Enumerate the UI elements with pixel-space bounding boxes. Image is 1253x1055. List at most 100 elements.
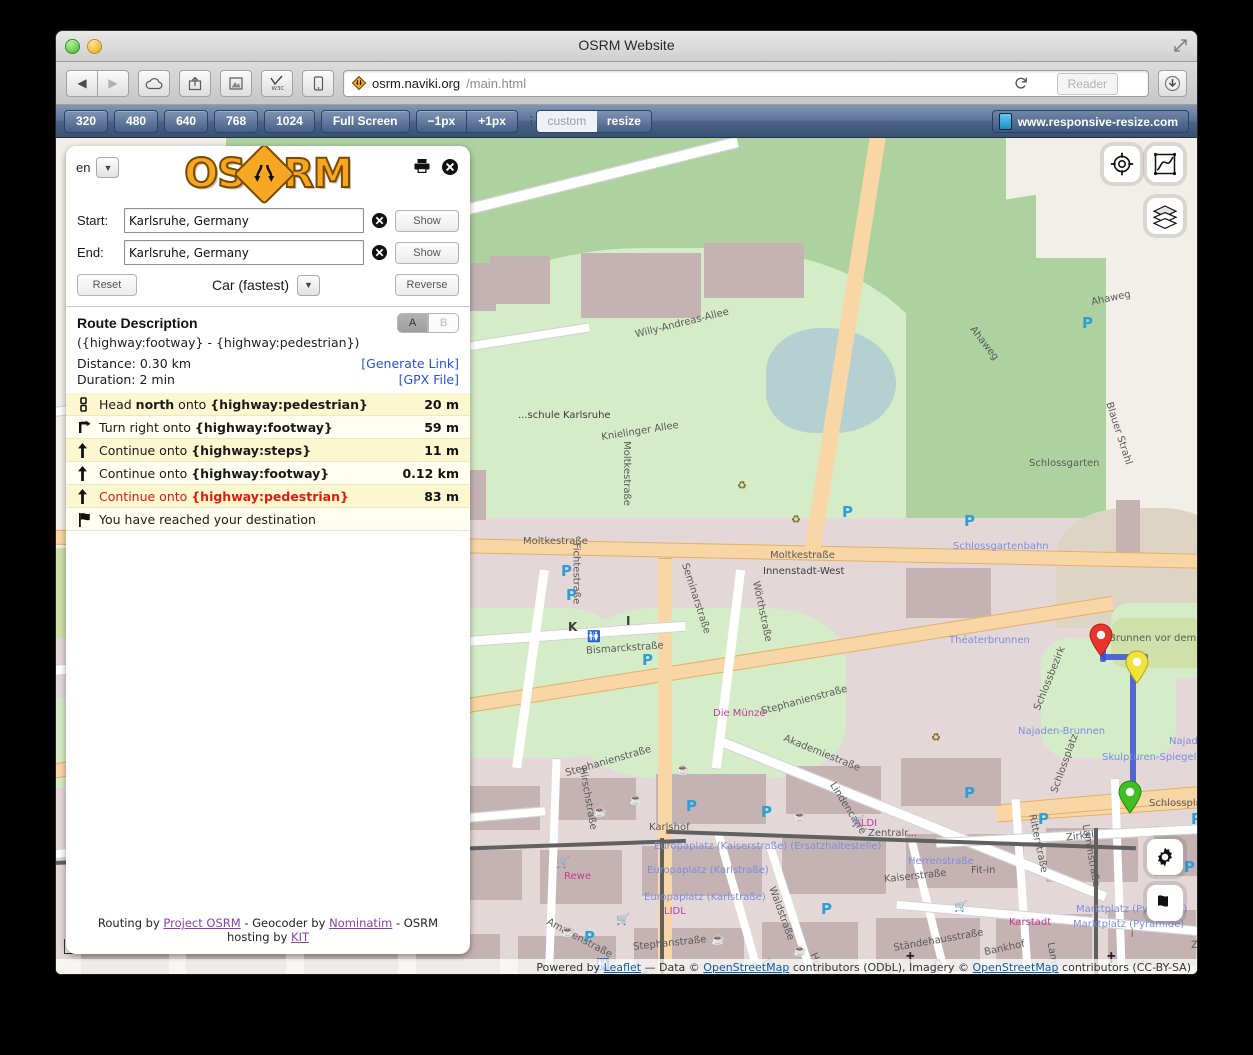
chevron-down-icon[interactable]: ▼ bbox=[297, 274, 320, 296]
route-step-row[interactable]: You have reached your destination bbox=[66, 508, 470, 531]
end-input[interactable] bbox=[124, 240, 364, 265]
route-step-distance: 20 m bbox=[424, 396, 459, 412]
show-start-button[interactable]: Show bbox=[395, 209, 459, 232]
reverse-button[interactable]: Reverse bbox=[395, 274, 459, 296]
map-label: Europaplatz (Karlstraße) bbox=[644, 892, 766, 903]
map-bottom-right-controls[interactable] bbox=[1147, 839, 1183, 921]
gpx-file-link[interactable]: [GPX File] bbox=[399, 372, 459, 387]
route-steps-list[interactable]: Head north onto {highway:pedestrian} 20 m… bbox=[66, 393, 470, 531]
route-description-subtitle: ({highway:footway} - {highway:pedestrian… bbox=[77, 335, 360, 350]
back-button[interactable]: ◀ bbox=[66, 69, 98, 97]
width-320-button[interactable]: 320 bbox=[64, 109, 109, 133]
route-summary: Distance: 0.30 km Duration: 2 min [Gener… bbox=[66, 350, 470, 393]
attrib-powered: Powered by bbox=[536, 961, 604, 974]
route-step-distance: 59 m bbox=[424, 419, 459, 435]
layers-stack-icon[interactable] bbox=[1147, 198, 1183, 234]
show-end-button[interactable]: Show bbox=[395, 241, 459, 264]
information-icon: i bbox=[1131, 926, 1134, 940]
custom-resize-group[interactable]: custom resize bbox=[535, 109, 652, 133]
ab-toggle[interactable]: A B bbox=[397, 313, 459, 333]
map-label: LIDL bbox=[664, 906, 686, 917]
width-640-button[interactable]: 640 bbox=[164, 109, 209, 133]
parking-icon: P bbox=[761, 803, 772, 821]
snapshot-icon[interactable] bbox=[220, 69, 252, 97]
osm-link-2[interactable]: OpenStreetMap bbox=[973, 961, 1059, 974]
flag-icon[interactable] bbox=[1147, 885, 1183, 921]
close-icon[interactable] bbox=[441, 158, 459, 176]
route-duration: Duration: 2 min bbox=[77, 372, 175, 387]
language-selector[interactable]: en ▼ bbox=[76, 157, 120, 178]
resize-button[interactable]: resize bbox=[596, 110, 651, 132]
map-label: Schlossgartenbahn bbox=[953, 541, 1049, 552]
reset-button[interactable]: Reset bbox=[77, 274, 137, 296]
parking-icon: P bbox=[1082, 314, 1093, 332]
end-marker[interactable] bbox=[1117, 780, 1143, 814]
reader-button[interactable]: Reader bbox=[1056, 72, 1118, 95]
route-step-row[interactable]: Continue onto {highway:footway} 0.12 km bbox=[66, 462, 470, 485]
width-480-button[interactable]: 480 bbox=[114, 109, 159, 133]
expand-icon[interactable] bbox=[1173, 38, 1188, 53]
supermarket-icon: 🛒 bbox=[556, 857, 570, 869]
mobile-device-icon[interactable] bbox=[302, 69, 334, 97]
pixel-step-group[interactable]: −1px +1px bbox=[415, 109, 518, 133]
osrm-logo: OS RM bbox=[183, 146, 354, 206]
map-label: Die Münze bbox=[713, 708, 766, 719]
route-step-row[interactable]: Continue onto {highway:pedestrian} 83 m bbox=[66, 485, 470, 508]
width-1024-button[interactable]: 1024 bbox=[264, 109, 315, 133]
layers-control[interactable] bbox=[1147, 198, 1183, 234]
elevation-profile-icon[interactable] bbox=[1147, 146, 1183, 182]
tab-a[interactable]: A bbox=[397, 313, 428, 333]
responsive-resize-brand[interactable]: www.responsive-resize.com bbox=[991, 110, 1189, 133]
chevron-down-icon[interactable]: ▼ bbox=[96, 157, 120, 178]
download-icon[interactable] bbox=[1158, 69, 1187, 97]
route-step-row[interactable]: Continue onto {highway:steps} 11 m bbox=[66, 439, 470, 462]
map-label: Moltkestraße bbox=[620, 441, 632, 506]
crosshair-locate-icon[interactable] bbox=[1104, 146, 1140, 182]
map-label: Karlshof bbox=[649, 822, 690, 833]
travel-mode-selector[interactable]: Car (fastest) ▼ bbox=[137, 274, 395, 296]
attrib-mid1: — Data © bbox=[641, 961, 704, 974]
route-step-row[interactable]: Turn right onto {highway:footway} 59 m bbox=[66, 416, 470, 439]
route-step-text: Turn right onto {highway:footway} bbox=[99, 419, 333, 435]
fullscreen-button[interactable]: Full Screen bbox=[320, 109, 410, 133]
width-768-button[interactable]: 768 bbox=[214, 109, 259, 133]
nominatim-link[interactable]: Nominatim bbox=[329, 916, 392, 930]
cloud-icon[interactable] bbox=[138, 69, 170, 97]
panel-header-icons[interactable] bbox=[413, 158, 459, 176]
custom-width-input[interactable]: custom bbox=[536, 110, 597, 132]
turn-right-icon bbox=[77, 420, 99, 434]
kit-link[interactable]: KIT bbox=[291, 930, 309, 944]
route-step-row[interactable]: Head north onto {highway:pedestrian} 20 m bbox=[66, 393, 470, 416]
nav-buttons[interactable]: ◀ ▶ bbox=[66, 69, 129, 97]
share-icon[interactable] bbox=[179, 69, 211, 97]
arrow-up-icon bbox=[77, 442, 99, 458]
start-input[interactable] bbox=[124, 208, 364, 233]
map-top-right-controls[interactable] bbox=[1104, 146, 1183, 182]
brand-label: www.responsive-resize.com bbox=[1017, 114, 1178, 129]
w3c-validate-icon[interactable]: W3C bbox=[261, 69, 293, 97]
clear-start-icon[interactable] bbox=[371, 212, 388, 229]
via-marker[interactable] bbox=[1124, 650, 1150, 684]
generate-link[interactable]: [Generate Link] bbox=[361, 356, 459, 371]
osm-link-1[interactable]: OpenStreetMap bbox=[703, 961, 789, 974]
forward-button[interactable]: ▶ bbox=[98, 69, 129, 97]
gear-icon[interactable] bbox=[1147, 839, 1183, 875]
reload-icon[interactable] bbox=[1014, 76, 1028, 90]
start-marker[interactable] bbox=[1088, 623, 1114, 657]
tab-b[interactable]: B bbox=[428, 313, 459, 333]
route-summary-links: [Generate Link] [GPX File] bbox=[361, 356, 459, 388]
browser-window: OSRM Website ◀ ▶ W3C osrm.naviki.org /ma… bbox=[56, 31, 1197, 974]
parking-icon: P bbox=[1038, 810, 1049, 828]
clear-end-icon[interactable] bbox=[371, 244, 388, 261]
print-icon[interactable] bbox=[413, 158, 431, 176]
footer-text-2: - Geocoder by bbox=[240, 916, 330, 930]
minus-1px-button[interactable]: −1px bbox=[415, 109, 468, 133]
window-title: OSRM Website bbox=[578, 37, 675, 53]
leaflet-link[interactable]: Leaflet bbox=[604, 961, 641, 974]
toolbar-separator: ⋮ bbox=[525, 115, 537, 127]
plus-1px-button[interactable]: +1px bbox=[467, 109, 518, 133]
map-label: Najaden-Brunnen bbox=[1169, 736, 1197, 747]
address-bar[interactable]: osrm.naviki.org /main.html Reader bbox=[343, 69, 1149, 97]
project-osrm-link[interactable]: Project OSRM bbox=[163, 916, 240, 930]
parking-icon: P bbox=[686, 797, 697, 815]
